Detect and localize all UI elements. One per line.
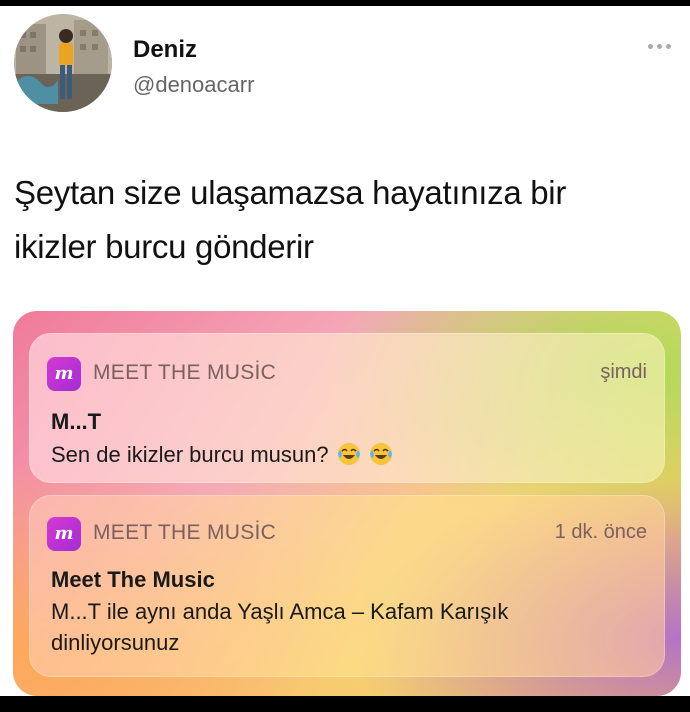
notification-title: Meet The Music xyxy=(51,567,215,592)
tweet-screenshot: Deniz @denoacarr Şeytan size ulaşamazsa … xyxy=(0,6,690,696)
user-handle[interactable]: @denoacarr xyxy=(133,72,254,98)
face-with-tears-of-joy-icon xyxy=(369,443,392,465)
notification-title: M...T xyxy=(51,409,102,434)
display-name[interactable]: Deniz xyxy=(133,36,197,64)
notification-body-line: dinliyorsunuz xyxy=(51,630,180,655)
notification-time: 1 dk. önce xyxy=(554,521,647,543)
more-options-icon[interactable] xyxy=(648,38,678,54)
notification-app-name: MEET THE MUSİC xyxy=(93,361,277,384)
app-icon-letter: m xyxy=(54,363,74,384)
notification-time: şimdi xyxy=(600,361,647,383)
tweet-text: Şeytan size ulaşamazsa hayatınıza bir ik… xyxy=(14,166,674,274)
avatar[interactable] xyxy=(14,14,112,112)
notification-card[interactable]: m MEET THE MUSİC şimdi M...T Sen de ikiz… xyxy=(29,333,665,483)
notification-body-line: M...T ile aynı anda Yaşlı Amca – Kafam K… xyxy=(51,599,509,624)
app-icon: m xyxy=(47,357,81,391)
app-icon: m xyxy=(47,517,81,551)
notification-body: M...T ile aynı anda Yaşlı Amca – Kafam K… xyxy=(51,596,641,658)
app-icon-letter: m xyxy=(54,523,74,544)
face-with-tears-of-joy-icon xyxy=(337,443,360,465)
notification-card[interactable]: m MEET THE MUSİC 1 dk. önce Meet The Mus… xyxy=(29,495,665,677)
notification-app-name: MEET THE MUSİC xyxy=(93,521,277,544)
tweet-text-line: Şeytan size ulaşamazsa hayatınıza bir xyxy=(14,174,567,211)
notification-body: Sen de ikizler burcu musun? xyxy=(51,439,641,470)
attached-image[interactable]: m MEET THE MUSİC şimdi M...T Sen de ikiz… xyxy=(13,311,681,696)
notification-body-text: Sen de ikizler burcu musun? xyxy=(51,442,329,467)
tweet-text-line: ikizler burcu gönderir xyxy=(14,228,314,265)
tweet-header: Deniz @denoacarr xyxy=(0,6,690,126)
